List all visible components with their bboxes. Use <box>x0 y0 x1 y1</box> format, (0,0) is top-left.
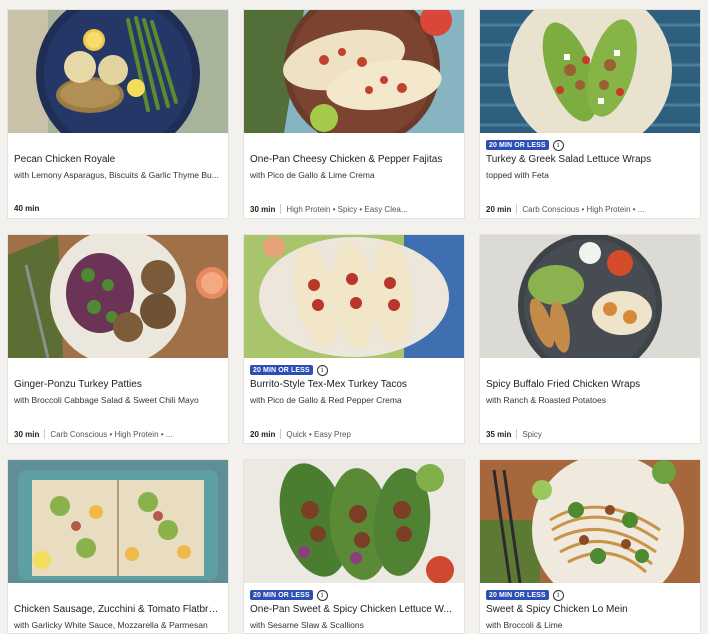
cook-time: 20 min <box>486 204 512 214</box>
quick-badge: 20 MIN OR LESS <box>486 140 549 150</box>
recipe-image[interactable] <box>480 10 700 133</box>
recipe-title[interactable]: Sweet & Spicy Chicken Lo Mein <box>486 603 694 616</box>
info-icon[interactable]: i <box>316 589 328 601</box>
recipe-subtitle: with Ranch & Roasted Potatoes <box>486 395 607 405</box>
recipe-meta: 35 min Spicy <box>486 429 694 439</box>
recipe-card[interactable]: Pecan Chicken Royale with Lemony Asparag… <box>7 9 229 219</box>
recipe-image[interactable] <box>8 235 228 358</box>
recipe-title[interactable]: Turkey & Greek Salad Lettuce Wraps <box>486 153 694 166</box>
recipe-tags: Carb Conscious • High Protein • ... <box>50 429 173 439</box>
meta-divider <box>280 429 282 439</box>
quick-badge: 20 MIN OR LESS <box>250 365 313 375</box>
info-icon[interactable]: i <box>316 364 328 376</box>
meta-divider <box>44 429 46 439</box>
recipe-title[interactable]: One-Pan Sweet & Spicy Chicken Lettuce W.… <box>250 603 458 616</box>
recipe-subtitle: with Broccoli & Lime <box>486 620 563 630</box>
recipe-image[interactable] <box>480 235 700 358</box>
recipe-title[interactable]: Pecan Chicken Royale <box>14 153 222 166</box>
recipe-tags: High Protein • Spicy • Easy Clea... <box>286 204 408 214</box>
recipe-grid: Pecan Chicken Royale with Lemony Asparag… <box>0 0 708 634</box>
recipe-card[interactable]: 20 MIN OR LESS i Turkey & Greek Salad Le… <box>479 9 701 219</box>
recipe-tags: Carb Conscious • High Protein • ... <box>522 204 645 214</box>
recipe-meta: 30 min Carb Conscious • High Protein • .… <box>14 429 222 439</box>
recipe-card[interactable]: One-Pan Cheesy Chicken & Pepper Fajitas … <box>243 9 465 219</box>
recipe-title[interactable]: Burrito-Style Tex-Mex Turkey Tacos <box>250 378 458 391</box>
info-icon[interactable]: i <box>552 139 564 151</box>
recipe-subtitle: with Lemony Asparagus, Biscuits & Garlic… <box>14 170 219 180</box>
cook-time: 30 min <box>250 204 276 214</box>
cook-time: 20 min <box>250 429 276 439</box>
cook-time: 30 min <box>14 429 40 439</box>
quick-badge: 20 MIN OR LESS <box>486 590 549 600</box>
cook-time: 35 min <box>486 429 512 439</box>
meta-divider <box>516 204 518 214</box>
recipe-subtitle: with Pico de Gallo & Lime Crema <box>250 170 375 180</box>
recipe-meta: 20 min Quick • Easy Prep <box>250 429 458 439</box>
recipe-subtitle: with Sesame Slaw & Scallions <box>250 620 364 630</box>
recipe-subtitle: with Broccoli Cabbage Salad & Sweet Chil… <box>14 395 199 405</box>
recipe-subtitle: with Pico de Gallo & Red Pepper Crema <box>250 395 402 405</box>
recipe-image[interactable] <box>244 235 464 358</box>
recipe-image[interactable] <box>244 10 464 133</box>
recipe-card[interactable]: 20 MIN OR LESS i Sweet & Spicy Chicken L… <box>479 459 701 634</box>
recipe-image[interactable] <box>244 460 464 583</box>
recipe-title[interactable]: Spicy Buffalo Fried Chicken Wraps <box>486 378 694 391</box>
recipe-card[interactable]: Ginger-Ponzu Turkey Patties with Broccol… <box>7 234 229 444</box>
recipe-card[interactable]: 20 MIN OR LESS i One-Pan Sweet & Spicy C… <box>243 459 465 634</box>
recipe-subtitle: topped with Feta <box>486 170 549 180</box>
recipe-image[interactable] <box>480 460 700 583</box>
recipe-image[interactable] <box>8 460 228 583</box>
recipe-title[interactable]: One-Pan Cheesy Chicken & Pepper Fajitas <box>250 153 458 166</box>
meta-divider <box>516 429 518 439</box>
meta-divider <box>280 204 282 214</box>
recipe-tags: Spicy <box>522 429 542 439</box>
recipe-meta: 30 min High Protein • Spicy • Easy Clea.… <box>250 204 458 214</box>
recipe-card[interactable]: Spicy Buffalo Fried Chicken Wraps with R… <box>479 234 701 444</box>
info-icon[interactable]: i <box>552 589 564 601</box>
recipe-title[interactable]: Ginger-Ponzu Turkey Patties <box>14 378 222 391</box>
recipe-meta: 20 min Carb Conscious • High Protein • .… <box>486 204 694 214</box>
recipe-tags: Quick • Easy Prep <box>286 429 351 439</box>
cook-time: 40 min <box>14 204 40 213</box>
recipe-image[interactable] <box>8 10 228 133</box>
recipe-card[interactable]: 20 MIN OR LESS i Burrito-Style Tex-Mex T… <box>243 234 465 444</box>
recipe-subtitle: with Garlicky White Sauce, Mozzarella & … <box>14 620 208 630</box>
recipe-card[interactable]: Chicken Sausage, Zucchini & Tomato Flatb… <box>7 459 229 634</box>
quick-badge: 20 MIN OR LESS <box>250 590 313 600</box>
recipe-title[interactable]: Chicken Sausage, Zucchini & Tomato Flatb… <box>14 603 222 616</box>
recipe-meta: 40 min <box>14 204 222 213</box>
